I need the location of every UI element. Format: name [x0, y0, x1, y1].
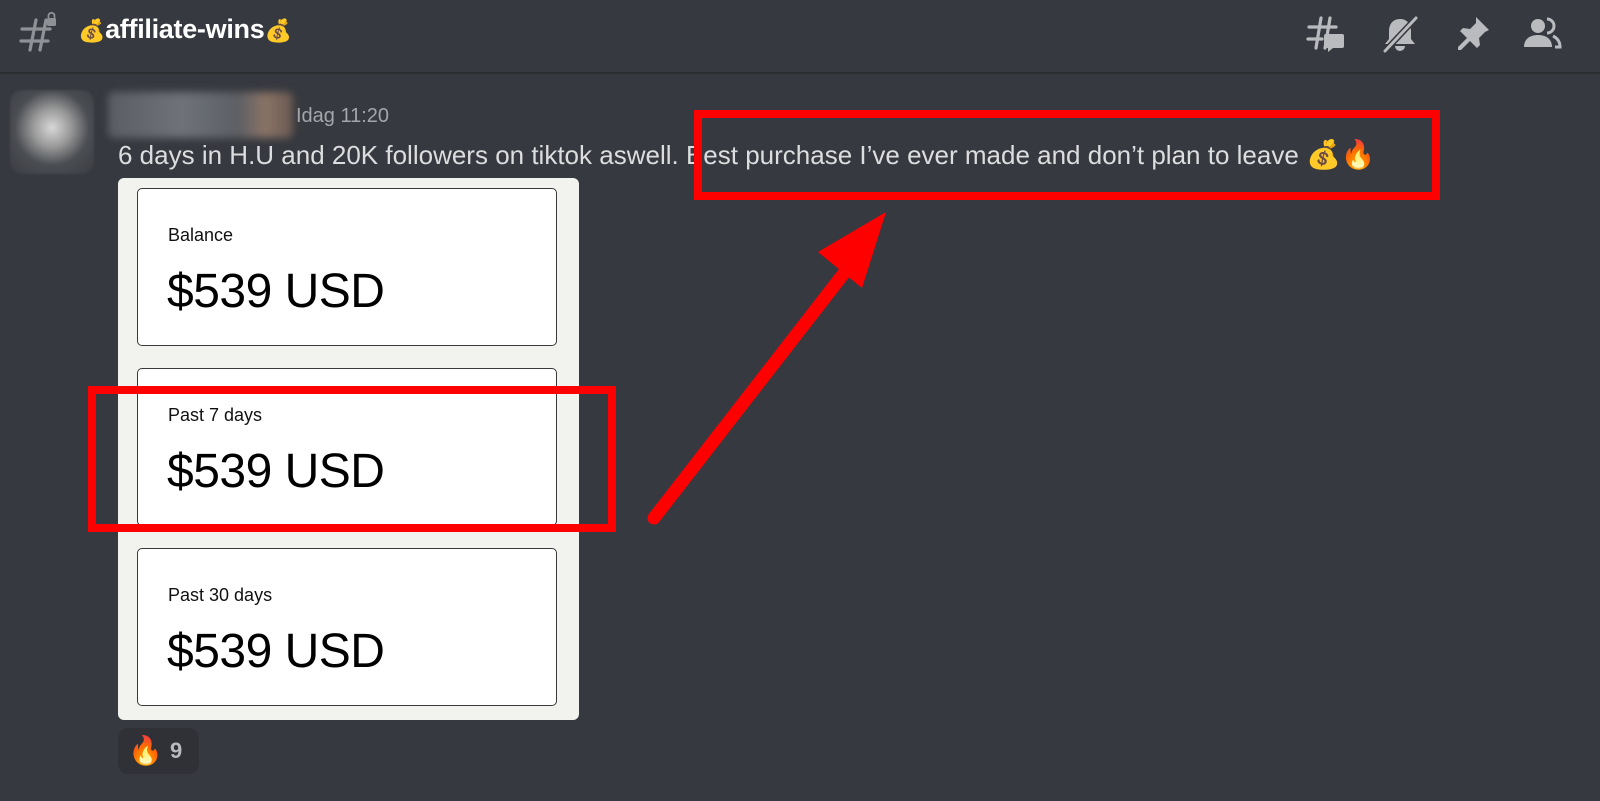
money-bag-emoji: 💰	[264, 18, 292, 43]
past-30-days-card: Past 30 days $539 USD	[137, 548, 557, 706]
locked-channel-hash-icon	[19, 12, 56, 52]
fire-emoji: 🔥	[128, 735, 163, 766]
avatar[interactable]	[10, 90, 94, 174]
members-icon[interactable]	[1522, 14, 1562, 54]
username-blurred[interactable]	[108, 92, 293, 138]
fire-reaction-button[interactable]: 🔥 9	[118, 728, 199, 774]
card-label: Balance	[168, 225, 234, 245]
balance-card: Balance $539 USD	[137, 188, 557, 346]
message-text-part1: 6 days in H.U and 20K followers on tikto…	[118, 140, 679, 170]
channel-name-text: affiliate-wins	[105, 14, 265, 44]
arrow-head	[818, 212, 886, 288]
money-bag-emoji: 💰	[78, 18, 106, 43]
text-highlight-box	[694, 110, 1440, 200]
reaction-count: 9	[170, 738, 183, 763]
card-value: $539 USD	[167, 265, 385, 318]
channel-name[interactable]: 💰affiliate-wins💰	[78, 14, 292, 45]
pin-icon[interactable]	[1452, 14, 1492, 54]
message-timestamp: Idag 11:20	[296, 105, 390, 127]
past-7-days-highlight-box	[88, 386, 616, 532]
channel-header: 💰affiliate-wins💰	[0, 0, 1600, 74]
mute-bell-icon[interactable]	[1380, 14, 1420, 54]
card-label: Past 30 days	[168, 585, 273, 605]
threads-icon[interactable]	[1306, 14, 1346, 54]
card-value: $539 USD	[167, 625, 385, 678]
arrow-shaft	[647, 261, 855, 525]
